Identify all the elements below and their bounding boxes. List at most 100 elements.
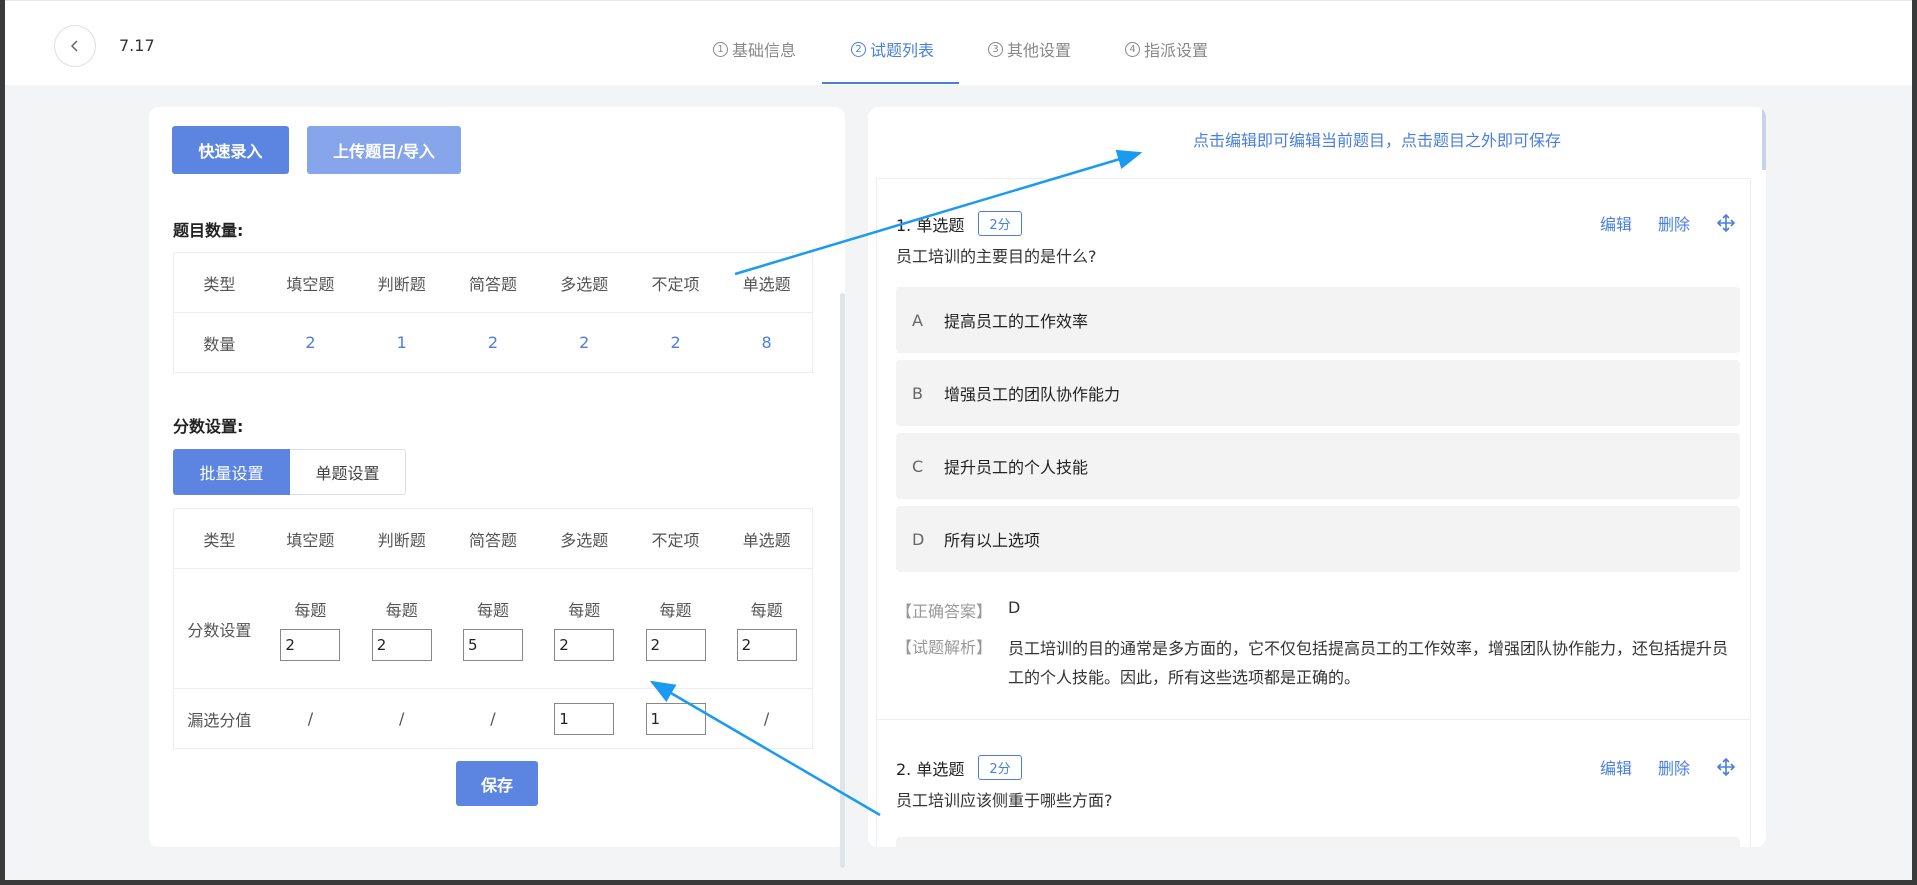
table-header: 不定项	[629, 252, 722, 313]
save-button[interactable]: 保存	[456, 761, 538, 806]
table-header: 单选题	[721, 252, 813, 313]
option-b[interactable]: B 增强员工的团队协作能力	[896, 360, 1740, 426]
question-count-table: 类型 填空题 判断题 简答题 多选题 不定项 单选题 数量 2 1 2 2 2 …	[173, 252, 813, 373]
correct-answer: 【正确答案】 D	[896, 598, 1020, 622]
table-header: 类型	[173, 252, 265, 313]
answer-label: 【正确答案】	[896, 602, 993, 621]
score-input-short-answer[interactable]	[462, 628, 523, 661]
row-label: 数量	[203, 334, 236, 354]
step-assign-settings[interactable]: 4 指派设置	[1125, 37, 1208, 61]
option-a[interactable]	[896, 837, 1740, 847]
table-header: 填空题	[264, 252, 357, 313]
option-letter: C	[912, 456, 924, 476]
step-number-icon: 1	[713, 41, 728, 57]
divider	[876, 179, 877, 847]
per-question-label: 每题	[659, 600, 692, 620]
step-label: 其他设置	[1007, 41, 1072, 60]
quick-entry-button[interactable]: 快速录入	[172, 126, 289, 174]
answer-value: D	[1008, 598, 1021, 617]
score-setting-table: 类型 填空题 判断题 简答题 多选题 不定项 单选题 分数设置 每题 每题 每题…	[173, 508, 813, 749]
option-letter: B	[912, 383, 923, 403]
miss-score-input-indefinite[interactable]	[645, 702, 706, 735]
tab-single-setting[interactable]: 单题设置	[290, 449, 406, 495]
move-icon[interactable]	[1716, 213, 1736, 233]
left-scrollbar[interactable]	[840, 293, 845, 868]
question-stem: 员工培训应该侧重于哪些方面?	[896, 791, 1113, 810]
score-badge: 2分	[978, 755, 1022, 780]
question-type: 2. 单选题	[896, 759, 965, 779]
top-bar: 7.17 1 基础信息 2 试题列表 3 其他设置 4 指派设置	[5, 0, 1912, 85]
active-step-underline	[822, 82, 959, 84]
step-other-settings[interactable]: 3 其他设置	[988, 37, 1071, 61]
table-header: 单选题	[721, 508, 813, 569]
per-question-label: 每题	[568, 600, 601, 620]
question-card[interactable]: 2. 单选题 2分 编辑 删除 员工培训应该侧重于哪些方面?	[896, 755, 1744, 847]
option-text: 增强员工的团队协作能力	[944, 385, 1121, 404]
table-header: 简答题	[447, 508, 539, 569]
question-analysis: 【试题解析】 员工培训的目的通常是多方面的，它不仅包括提高员工的工作效率，增强团…	[896, 634, 1738, 692]
count-value: 1	[396, 333, 407, 352]
table-header: 简答题	[447, 252, 539, 313]
option-d[interactable]: D 所有以上选项	[896, 506, 1740, 572]
step-question-list[interactable]: 2 试题列表	[851, 37, 934, 61]
miss-value: /	[399, 709, 405, 728]
divider	[1750, 179, 1751, 847]
count-section-label: 题目数量:	[173, 221, 244, 240]
score-mode-tabs: 批量设置 单题设置	[173, 449, 406, 495]
settings-panel: 快速录入 上传题目/导入 题目数量: 类型 填空题 判断题 简答题 多选题 不定…	[149, 107, 845, 868]
row-label: 漏选分值	[187, 710, 252, 730]
per-question-label: 每题	[294, 600, 327, 620]
score-input-multi[interactable]	[554, 628, 615, 661]
score-input-judge[interactable]	[371, 628, 432, 661]
table-header: 判断题	[356, 508, 448, 569]
right-scrollbar[interactable]	[1762, 107, 1766, 170]
question-stem: 员工培训的主要目的是什么?	[896, 247, 1097, 266]
analysis-text: 员工培训的目的通常是多方面的，它不仅包括提高员工的工作效率，增强团队协作能力，还…	[1008, 639, 1729, 687]
miss-value: /	[307, 709, 314, 728]
option-text: 提高员工的工作效率	[944, 312, 1089, 331]
count-value: 2	[670, 333, 681, 352]
app-frame: 7.17 1 基础信息 2 试题列表 3 其他设置 4 指派设置 快速录入 上传…	[5, 0, 1912, 880]
count-value: 8	[761, 333, 772, 352]
step-label: 指派设置	[1144, 41, 1209, 60]
step-basic-info[interactable]: 1 基础信息	[713, 37, 796, 61]
question-type: 1. 单选题	[896, 215, 965, 235]
option-c[interactable]: C 提升员工的个人技能	[896, 433, 1740, 499]
step-number-icon: 3	[988, 41, 1003, 57]
score-input-single[interactable]	[736, 628, 797, 661]
upload-import-button[interactable]: 上传题目/导入	[307, 126, 461, 174]
delete-button[interactable]: 删除	[1658, 755, 1690, 779]
step-number-icon: 4	[1125, 41, 1140, 57]
miss-value: /	[490, 709, 496, 728]
step-label: 试题列表	[870, 41, 935, 60]
table-header: 类型	[173, 508, 265, 569]
question-list-panel: 点击编辑即可编辑当前题目，点击题目之外即可保存 1. 单选题 2分 编辑 删除	[868, 107, 1766, 847]
edit-button[interactable]: 编辑	[1600, 211, 1632, 235]
move-icon[interactable]	[1716, 757, 1736, 777]
score-input-indefinite[interactable]	[645, 628, 706, 661]
count-value: 2	[305, 333, 316, 352]
delete-button[interactable]: 删除	[1658, 211, 1690, 235]
table-header: 多选题	[538, 508, 630, 569]
question-actions: 编辑 删除	[1600, 211, 1736, 235]
miss-score-input-multi[interactable]	[554, 702, 615, 735]
step-label: 基础信息	[732, 41, 797, 60]
per-question-label: 每题	[385, 600, 418, 620]
question-card[interactable]: 1. 单选题 2分 编辑 删除 员工培训的主要目的是什么? A 提高员工的工作效…	[896, 211, 1744, 711]
divider	[876, 719, 1750, 720]
question-header: 2. 单选题 2分	[896, 755, 1022, 780]
count-value: 2	[487, 333, 499, 352]
option-letter: D	[912, 529, 925, 549]
divider	[876, 178, 1750, 179]
row-label: 分数设置	[173, 568, 265, 689]
analysis-label: 【试题解析】	[896, 638, 993, 657]
count-value: 2	[579, 333, 590, 352]
option-a[interactable]: A 提高员工的工作效率	[896, 287, 1740, 353]
per-question-label: 每题	[750, 600, 783, 620]
tab-batch-setting[interactable]: 批量设置	[173, 449, 290, 495]
score-section-label: 分数设置:	[173, 417, 244, 436]
edit-button[interactable]: 编辑	[1600, 755, 1632, 779]
score-input-fill[interactable]	[280, 628, 341, 661]
option-text: 所有以上选项	[944, 531, 1041, 550]
table-header: 填空题	[264, 508, 357, 569]
